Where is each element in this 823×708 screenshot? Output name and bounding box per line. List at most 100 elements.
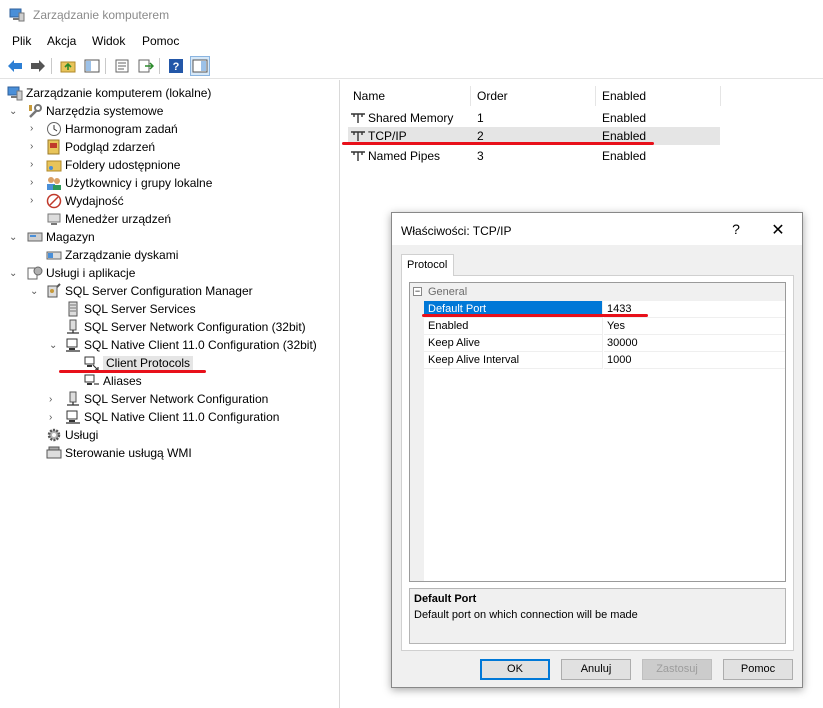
collapse-category-icon[interactable]: − — [413, 287, 422, 296]
show-action-pane-button[interactable] — [190, 56, 210, 76]
property-keep-alive[interactable]: Keep Alive 30000 — [424, 335, 785, 352]
tree-sql-native[interactable]: SQL Native Client 11.0 Configuration — [65, 408, 279, 426]
expand-shared-folders[interactable]: › — [30, 160, 40, 170]
tree-services-apps[interactable]: Usługi i aplikacje — [27, 264, 135, 282]
forward-arrow-icon — [31, 60, 45, 72]
tree-sql-netconfig-32[interactable]: SQL Server Network Configuration (32bit) — [65, 318, 306, 336]
show-hide-console-tree-button[interactable] — [82, 56, 102, 76]
expand-performance[interactable]: › — [30, 196, 40, 206]
property-grid[interactable]: − General Default Port 1433 Enabled Yes … — [409, 282, 786, 582]
tree-system-tools[interactable]: Narzędzia systemowe — [27, 102, 163, 120]
properties-button[interactable] — [112, 56, 132, 76]
annotation-underline-default-port — [422, 314, 648, 317]
tree-storage[interactable]: Magazyn — [27, 228, 95, 246]
dialog-help-icon[interactable]: ? — [729, 221, 743, 237]
expand-storage[interactable]: ⌄ — [9, 233, 19, 243]
dialog-titlebar: Właściwości: TCP/IP ? ✕ — [392, 213, 802, 245]
tree-shared-folders[interactable]: Foldery udostępnione — [46, 156, 180, 174]
column-header-order[interactable]: Order — [477, 89, 508, 103]
tree-sql-netconfig[interactable]: SQL Server Network Configuration — [65, 390, 268, 408]
ok-button[interactable]: OK — [480, 659, 550, 680]
expand-sql-config-manager[interactable]: ⌄ — [30, 287, 40, 297]
tree-sql-native-32[interactable]: SQL Native Client 11.0 Configuration (32… — [65, 336, 317, 354]
toolbar: ? — [0, 53, 823, 79]
tree-event-viewer[interactable]: Podgląd zdarzeń — [46, 138, 155, 156]
dialog-title: Właściwości: TCP/IP — [401, 224, 512, 238]
tree-wmi-control[interactable]: Sterowanie usługą WMI — [46, 444, 192, 462]
tree-device-manager[interactable]: Menedżer urządzeń — [46, 210, 171, 228]
window-title: Zarządzanie komputerem — [33, 8, 170, 22]
expand-sql-netconfig[interactable]: › — [49, 395, 59, 405]
folder-up-icon — [60, 61, 76, 73]
protocol-icon — [351, 131, 365, 141]
expand-local-users[interactable]: › — [30, 178, 40, 188]
users-icon — [47, 177, 61, 190]
export-list-button[interactable] — [136, 56, 156, 76]
list-item-shared-memory[interactable]: Shared Memory 1 Enabled — [348, 109, 720, 127]
help-button[interactable]: ? — [166, 56, 186, 76]
tab-protocol[interactable]: Protocol — [401, 254, 454, 276]
computer-management-icon — [9, 8, 25, 22]
network-config-icon — [67, 391, 79, 406]
cancel-button[interactable]: Anuluj — [561, 659, 631, 680]
apply-button[interactable]: Zastosuj — [642, 659, 712, 680]
storage-icon — [27, 232, 43, 242]
help-dialog-button[interactable]: Pomoc — [723, 659, 793, 680]
up-folder-button[interactable] — [58, 56, 78, 76]
menu-action[interactable]: Akcja — [47, 34, 76, 48]
list-item-named-pipes[interactable]: Named Pipes 3 Enabled — [348, 147, 720, 165]
annotation-underline-client-protocols — [59, 370, 206, 373]
protocol-tab-panel: − General Default Port 1433 Enabled Yes … — [401, 275, 794, 651]
wmi-control-icon — [46, 446, 62, 459]
tree-task-scheduler[interactable]: Harmonogram zadań — [46, 120, 178, 138]
svg-text:?: ? — [173, 61, 180, 73]
expand-event-viewer[interactable]: › — [30, 142, 40, 152]
server-icon — [68, 301, 78, 317]
menu-help[interactable]: Pomoc — [142, 34, 179, 48]
menu-view[interactable]: Widok — [92, 34, 125, 48]
console-tree[interactable]: Zarządzanie komputerem (lokalne) ⌄ Narzę… — [0, 80, 340, 708]
forward-button[interactable] — [28, 56, 48, 76]
tree-disk-management[interactable]: Zarządzanie dyskami — [46, 246, 178, 264]
network-config-icon — [67, 319, 79, 334]
native-client-icon — [66, 338, 80, 352]
dialog-close-icon[interactable]: ✕ — [770, 220, 786, 240]
help-icon: ? — [169, 59, 183, 73]
annotation-underline-tcp-ip — [342, 142, 654, 145]
client-protocols-icon — [84, 356, 99, 371]
expand-services-apps[interactable]: ⌄ — [9, 269, 19, 279]
event-viewer-icon — [47, 139, 60, 155]
console-tree-icon — [84, 59, 100, 73]
column-header-enabled[interactable]: Enabled — [602, 89, 646, 103]
action-pane-icon — [192, 59, 208, 73]
tree-sql-config-manager[interactable]: SQL Server Configuration Manager — [46, 282, 253, 300]
tree-aliases[interactable]: Aliases — [84, 372, 142, 390]
sql-config-manager-icon — [47, 283, 61, 298]
menu-file[interactable]: Plik — [12, 34, 31, 48]
native-client-icon — [66, 410, 80, 424]
tree-local-users[interactable]: Użytkownicy i grupy lokalne — [46, 174, 212, 192]
performance-icon — [46, 193, 62, 209]
expand-system-tools[interactable]: ⌄ — [9, 107, 19, 117]
gear-icon — [47, 428, 61, 442]
back-button[interactable] — [5, 56, 25, 76]
expand-task-scheduler[interactable]: › — [30, 124, 40, 134]
tree-sql-services[interactable]: SQL Server Services — [65, 300, 196, 318]
tree-root[interactable]: Zarządzanie komputerem (lokalne) — [7, 84, 211, 102]
column-header-name[interactable]: Name — [353, 89, 385, 103]
export-icon — [138, 59, 154, 73]
tree-services[interactable]: Usługi — [46, 426, 98, 444]
tools-icon — [29, 104, 42, 118]
services-apps-icon — [27, 266, 43, 280]
shared-folder-icon — [46, 160, 62, 172]
property-enabled[interactable]: Enabled Yes — [424, 318, 785, 335]
expand-sql-native[interactable]: › — [49, 413, 59, 423]
back-arrow-icon — [8, 60, 22, 72]
property-keep-alive-interval[interactable]: Keep Alive Interval 1000 — [424, 352, 785, 369]
properties-icon — [115, 59, 129, 73]
expand-sql-native-32[interactable]: ⌄ — [49, 341, 59, 351]
properties-dialog: Właściwości: TCP/IP ? ✕ Protocol − Gener… — [391, 212, 803, 688]
description-text: Default port on which connection will be… — [414, 609, 638, 621]
property-category-general[interactable]: − General — [410, 283, 785, 301]
tree-performance[interactable]: Wydajność — [46, 192, 124, 210]
